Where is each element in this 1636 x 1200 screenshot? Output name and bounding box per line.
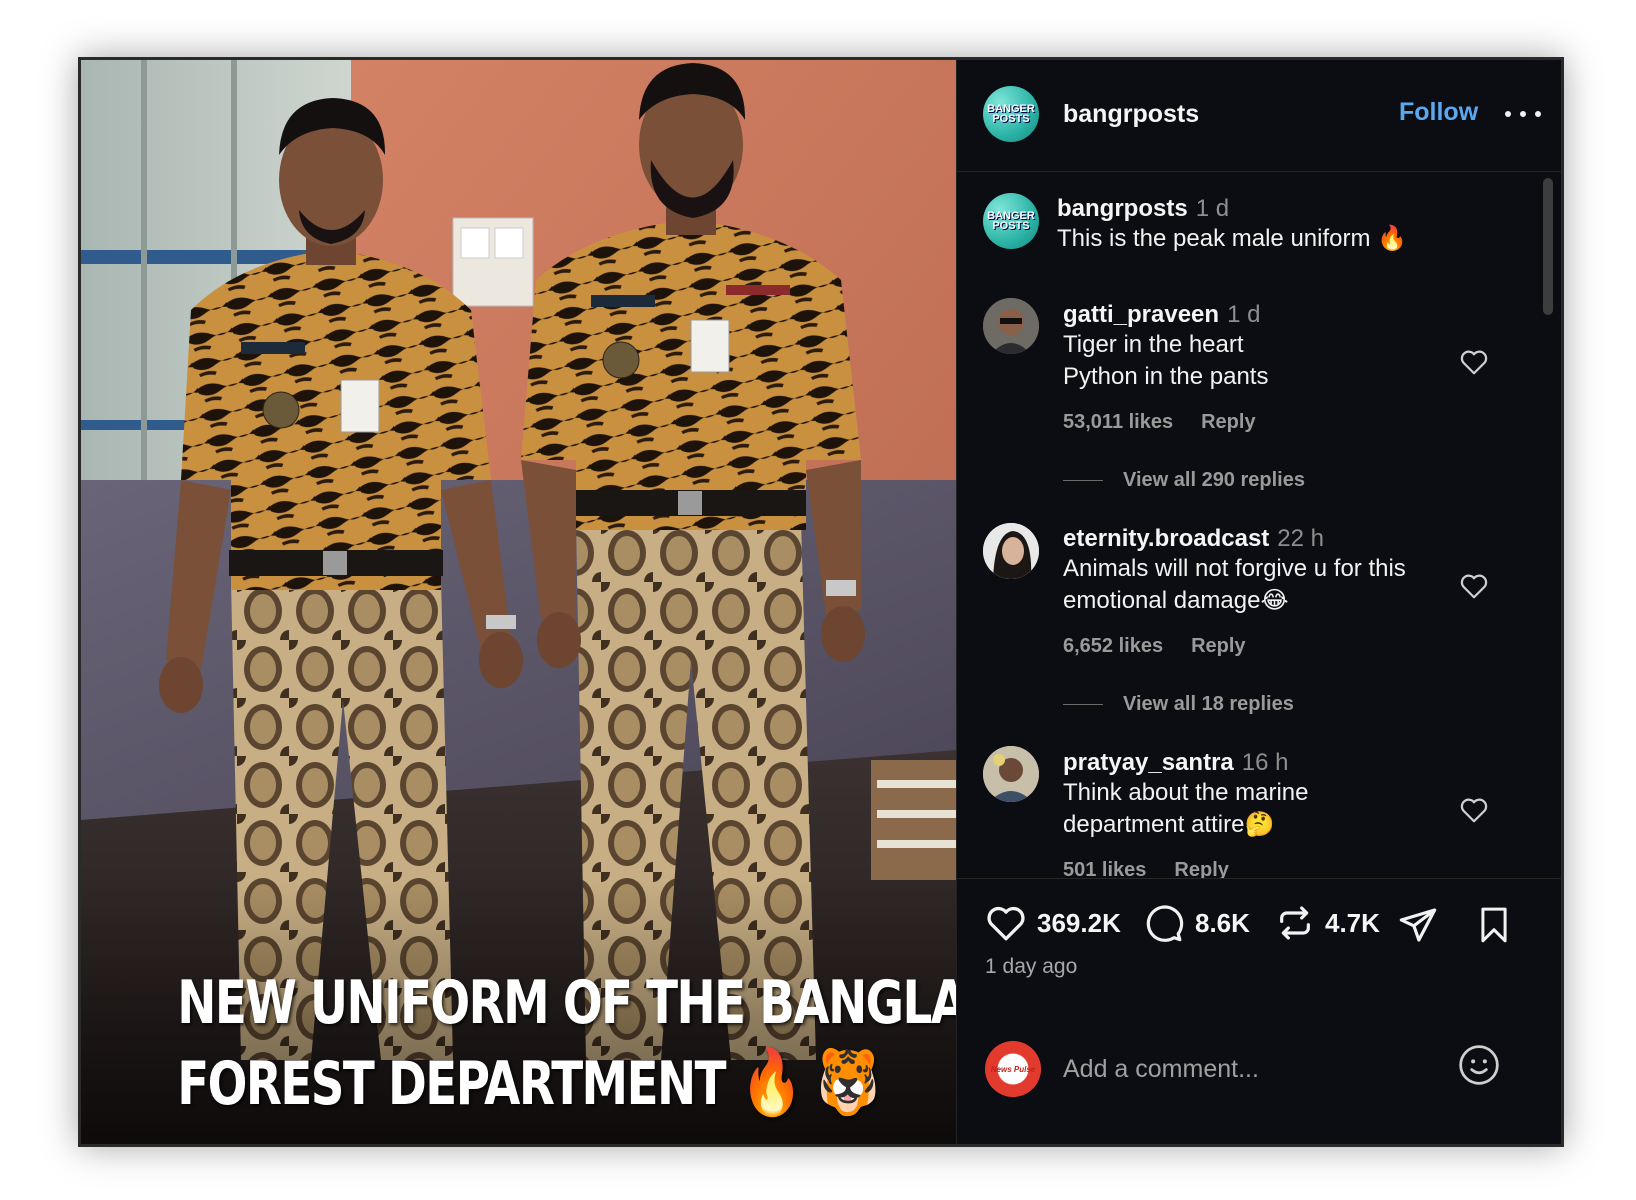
comment-1-username[interactable]: gatti_praveen xyxy=(1063,301,1219,328)
commenter-photo xyxy=(983,523,1039,579)
heart-icon[interactable] xyxy=(1459,796,1489,824)
caption-line-1: NEW UNIFORM OF THE BANGLADESH xyxy=(177,968,956,1038)
comment-2-emoji: 😂 xyxy=(1260,587,1289,614)
caption-username[interactable]: bangrposts xyxy=(1057,195,1188,222)
comment-2-line-1: Animals will not forgive u for this xyxy=(1063,555,1406,582)
comment-time: 22 h xyxy=(1277,525,1325,552)
view-replies-button[interactable]: View all 290 replies xyxy=(1063,469,1305,492)
commenter-photo xyxy=(983,298,1039,354)
comment-username[interactable]: pratyay_santra 16 h xyxy=(1063,749,1288,777)
commenter-photo xyxy=(983,746,1039,802)
follow-button[interactable]: Follow xyxy=(1399,98,1478,127)
author-avatar-text: BANGER POSTS xyxy=(987,103,1035,125)
heart-icon[interactable] xyxy=(1459,348,1489,376)
post-header: BANGER POSTS bangrposts Follow xyxy=(957,60,1561,172)
comment-username[interactable]: gatti_praveen 1 d xyxy=(1063,301,1260,329)
comment-icon[interactable] xyxy=(1143,903,1185,943)
more-icon[interactable] xyxy=(1505,104,1541,124)
comment-time: 1 d xyxy=(1227,301,1261,328)
commenter-avatar[interactable] xyxy=(983,523,1039,579)
comment-time: 16 h xyxy=(1241,749,1289,776)
repost-icon[interactable] xyxy=(1275,903,1315,943)
reply-button[interactable]: Reply xyxy=(1201,411,1255,433)
comments-list[interactable]: BANGER POSTS bangrposts 1 d This is the p… xyxy=(957,173,1539,878)
add-comment-bar: News Pulse xyxy=(957,1027,1561,1117)
comment-2-line-2: emotional damage xyxy=(1063,587,1261,614)
repost-action[interactable]: 4.7K xyxy=(1275,903,1380,943)
comment-meta: 6,652 likes Reply xyxy=(1063,635,1246,658)
comment-3-line-2: department attire xyxy=(1063,811,1245,838)
current-user-avatar[interactable]: News Pulse xyxy=(985,1041,1041,1097)
comment-meta: 53,011 likes Reply xyxy=(1063,411,1256,434)
caption-fire-emoji: 🔥 xyxy=(1377,225,1408,252)
posted-time: 1 day ago xyxy=(985,955,1078,978)
comment-3-emoji: 🤔 xyxy=(1244,811,1275,838)
comment-action[interactable]: 8.6K xyxy=(1143,903,1250,943)
comment-text: Think about the marine department attire🤔 xyxy=(1063,777,1308,841)
comment-1-line-1: Tiger in the heart xyxy=(1063,331,1244,358)
reply-button[interactable]: Reply xyxy=(1191,635,1245,657)
reply-button[interactable]: Reply xyxy=(1174,859,1228,878)
caption-author-avatar[interactable]: BANGER POSTS xyxy=(983,193,1039,249)
like-count[interactable]: 369.2K xyxy=(1037,908,1121,939)
heart-icon[interactable] xyxy=(1459,572,1489,600)
emoji-icon[interactable] xyxy=(1457,1043,1501,1087)
comment-likes[interactable]: 501 likes xyxy=(1063,859,1146,878)
repost-count[interactable]: 4.7K xyxy=(1325,908,1380,939)
comment-count[interactable]: 8.6K xyxy=(1195,908,1250,939)
post-caption-overlay: NEW UNIFORM OF THE BANGLADESH FOREST DEP… xyxy=(177,963,956,1124)
comment-text: Tiger in the heart Python in the pants xyxy=(1063,329,1268,393)
comment-likes[interactable]: 53,011 likes xyxy=(1063,411,1173,433)
post-sidebar: BANGER POSTS bangrposts Follow BANGER PO… xyxy=(956,60,1561,1144)
caption-line-2-text: FOREST DEPARTMENT xyxy=(177,1049,726,1119)
author-username[interactable]: bangrposts xyxy=(1063,100,1199,129)
commenter-avatar[interactable] xyxy=(983,746,1039,802)
heart-icon[interactable] xyxy=(985,903,1027,943)
caption-emojis: 🔥 🐯 xyxy=(740,1046,880,1120)
comment-meta: 501 likes Reply xyxy=(1063,859,1229,878)
caption-text: This is the peak male uniform 🔥 xyxy=(1057,223,1407,255)
commenter-avatar[interactable] xyxy=(983,298,1039,354)
comment-text: Animals will not forgive u for this emoti… xyxy=(1063,553,1406,617)
post-media[interactable]: NEW UNIFORM OF THE BANGLADESH FOREST DEP… xyxy=(81,60,956,1144)
caption-text-body: This is the peak male uniform xyxy=(1057,225,1371,252)
current-user-avatar-text: News Pulse xyxy=(990,1064,1036,1074)
comment-input[interactable] xyxy=(1063,1049,1443,1089)
comments-scrollbar[interactable] xyxy=(1543,178,1553,315)
comment-3-username[interactable]: pratyay_santra xyxy=(1063,749,1234,776)
like-action[interactable]: 369.2K xyxy=(985,903,1121,943)
post-actions: 369.2K 8.6K 4.7K 1 day ago News Pulse xyxy=(957,878,1561,1144)
view-replies-button[interactable]: View all 18 replies xyxy=(1063,693,1294,716)
caption-line-2: FOREST DEPARTMENT 🔥 🐯 xyxy=(177,1043,879,1124)
comment-likes[interactable]: 6,652 likes xyxy=(1063,635,1163,657)
share-icon[interactable] xyxy=(1397,905,1439,945)
caption-time: 1 d xyxy=(1195,195,1230,222)
comment-3-line-1: Think about the marine xyxy=(1063,779,1309,806)
comment-1-line-2: Python in the pants xyxy=(1063,363,1269,390)
author-avatar[interactable]: BANGER POSTS xyxy=(983,86,1039,142)
bookmark-icon[interactable] xyxy=(1475,905,1513,945)
caption-author-username[interactable]: bangrposts 1 d xyxy=(1057,195,1229,223)
post-window: NEW UNIFORM OF THE BANGLADESH FOREST DEP… xyxy=(78,57,1564,1147)
comment-2-username[interactable]: eternity.broadcast xyxy=(1063,525,1269,552)
caption-avatar-text: BANGER POSTS xyxy=(987,210,1035,232)
comment-username[interactable]: eternity.broadcast 22 h xyxy=(1063,525,1324,553)
